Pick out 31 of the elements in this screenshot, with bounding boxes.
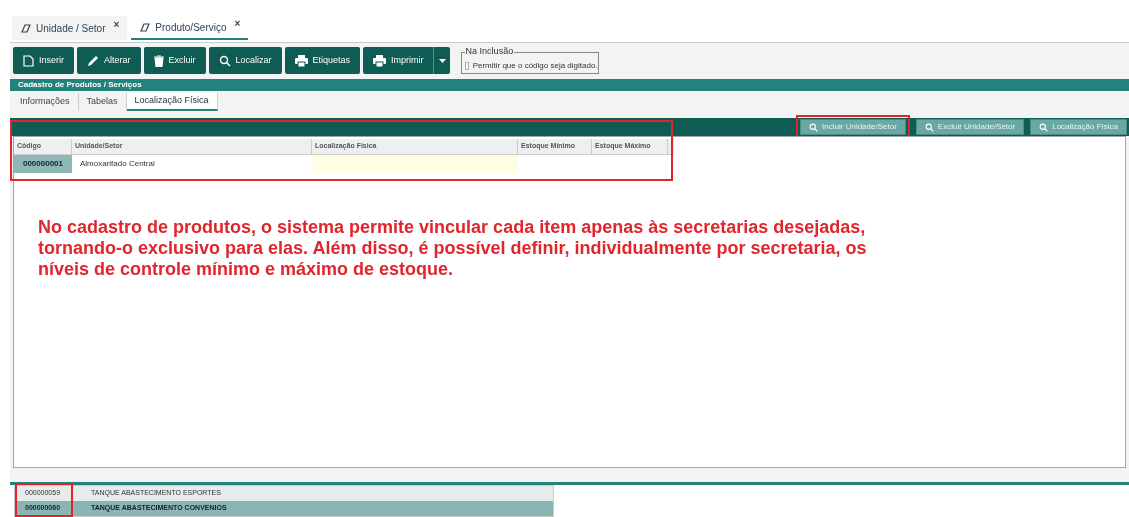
toolbar-button[interactable]: Imprimir <box>363 47 450 74</box>
search-icon <box>1039 122 1049 132</box>
section-tab[interactable]: Tabelas <box>78 93 127 111</box>
tab-icon <box>139 21 152 33</box>
toolbar-button[interactable]: Inserir <box>13 47 74 74</box>
pencil-icon <box>87 54 99 67</box>
printer-icon <box>373 54 387 67</box>
document-icon <box>23 54 34 67</box>
section-tab[interactable]: Localização Física <box>126 93 218 111</box>
checkbox[interactable] <box>464 61 469 70</box>
trash-icon <box>153 54 164 67</box>
table-cell: 000000001 <box>14 155 72 173</box>
annotation-text: No cadastro de produtos, o sistema permite vincular cada item apenas às secretarias desejadas, tornando-o exclusivo para elas. Além disso, é possível definir, individualmente por secretaria, os níveis de controle mínimo e máximo de estoque. <box>38 217 868 280</box>
toolbar-button[interactable]: Alterar <box>77 47 141 74</box>
table-cell-text: Almoxarifado Central <box>79 158 156 170</box>
checkbox-label: Permitir que o código seja digitado. <box>472 59 598 72</box>
highlight-frame <box>15 483 73 517</box>
section-title: Cadastro de Produtos / Serviços <box>18 79 142 91</box>
dropdown-arrow-icon[interactable] <box>432 47 446 74</box>
close-button[interactable]: × <box>113 16 120 32</box>
search-icon <box>809 122 819 132</box>
search-icon <box>924 122 934 132</box>
document-tab[interactable]: Unidade / Setor × <box>12 16 128 40</box>
printer-icon <box>294 54 308 67</box>
toolbar-button[interactable]: Etiquetas <box>284 47 361 74</box>
section-tab[interactable]: Informações <box>12 93 79 111</box>
toolbar-button[interactable]: Localizar <box>208 47 282 74</box>
close-button[interactable]: × <box>234 15 241 31</box>
search-icon <box>218 54 231 67</box>
tab-icon <box>20 22 32 34</box>
toolbar-button[interactable]: Excluir <box>143 47 206 74</box>
